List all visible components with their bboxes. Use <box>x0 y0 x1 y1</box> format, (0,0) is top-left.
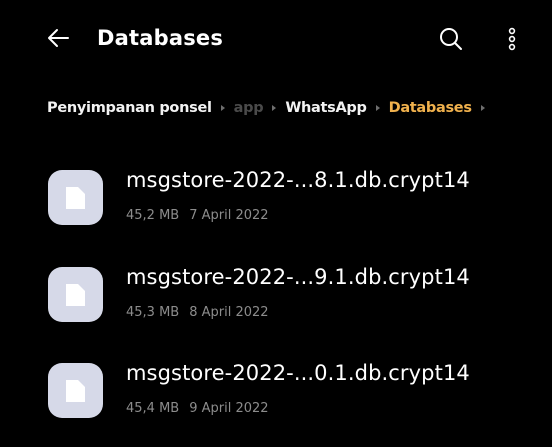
file-name: msgstore-2022-...9.1.db.crypt14 <box>126 265 470 289</box>
file-size: 45,3 MB <box>126 305 180 320</box>
file-date: 7 April 2022 <box>189 208 269 223</box>
app-bar: Databases <box>0 0 552 80</box>
breadcrumb-item-storage[interactable]: Penyimpanan ponsel <box>47 100 212 116</box>
file-name: msgstore-2022-...0.1.db.crypt14 <box>126 361 470 385</box>
file-date: 9 April 2022 <box>189 401 269 416</box>
breadcrumb-separator-icon <box>480 105 485 111</box>
file-icon <box>48 363 103 418</box>
file-date: 8 April 2022 <box>189 305 269 320</box>
file-item[interactable]: msgstore-2022-...0.1.db.crypt14 45,4 MB 9… <box>0 349 552 439</box>
search-icon <box>440 28 462 50</box>
breadcrumb: Penyimpanan ponsel app WhatsApp Database… <box>47 96 494 120</box>
file-meta: 45,2 MB 7 April 2022 <box>126 208 269 223</box>
file-icon <box>48 170 103 225</box>
page-title: Databases <box>97 26 224 50</box>
breadcrumb-item-app[interactable]: app <box>234 100 264 116</box>
breadcrumb-separator-icon <box>375 105 380 111</box>
breadcrumb-separator-icon <box>220 105 225 111</box>
file-meta: 45,3 MB 8 April 2022 <box>126 305 269 320</box>
file-size: 45,4 MB <box>126 401 180 416</box>
breadcrumb-item-databases[interactable]: Databases <box>389 100 472 116</box>
file-size: 45,2 MB <box>126 208 180 223</box>
file-name: msgstore-2022-...8.1.db.crypt14 <box>126 168 470 192</box>
file-item[interactable]: msgstore-2022-...9.1.db.crypt14 45,3 MB 8… <box>0 253 552 343</box>
breadcrumb-item-whatsapp[interactable]: WhatsApp <box>285 100 367 116</box>
arrow-left-icon <box>48 29 69 47</box>
file-meta: 45,4 MB 9 April 2022 <box>126 401 269 416</box>
file-icon <box>48 267 103 322</box>
more-options-button[interactable] <box>500 22 524 56</box>
file-item[interactable]: msgstore-2022-...8.1.db.crypt14 45,2 MB 7… <box>0 156 552 246</box>
more-vertical-icon <box>508 27 516 51</box>
breadcrumb-separator-icon <box>272 105 277 111</box>
search-button[interactable] <box>434 22 468 56</box>
back-button[interactable] <box>38 22 78 54</box>
